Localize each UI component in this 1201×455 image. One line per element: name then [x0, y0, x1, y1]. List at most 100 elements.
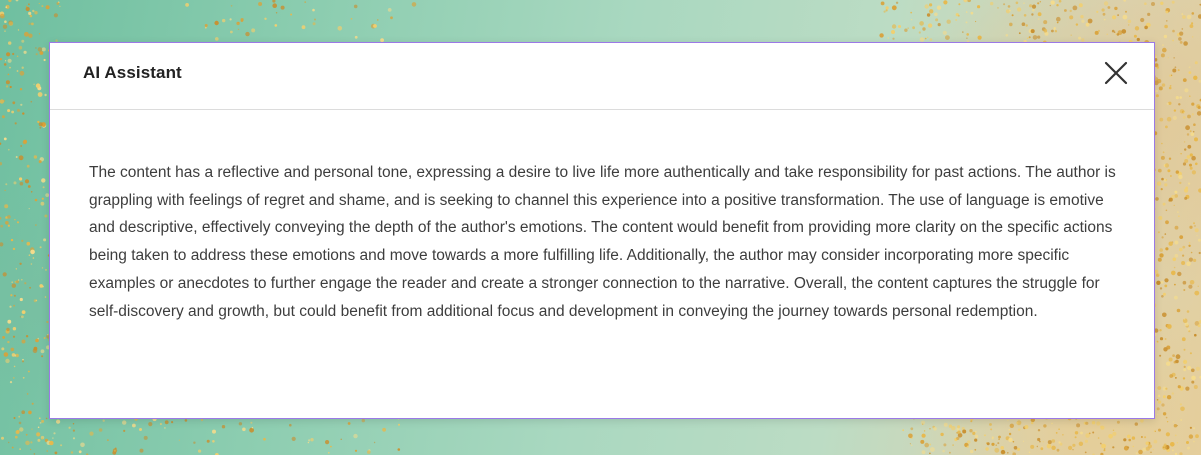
glitter-speck	[1178, 37, 1182, 41]
glitter-speck	[1032, 35, 1038, 40]
glitter-speck	[1183, 141, 1186, 143]
glitter-speck	[8, 441, 10, 444]
glitter-speck	[1183, 365, 1186, 368]
glitter-speck	[1163, 178, 1167, 182]
glitter-speck	[1116, 33, 1120, 36]
glitter-speck	[1145, 446, 1150, 451]
glitter-speck	[2, 24, 8, 29]
glitter-speck	[39, 422, 42, 424]
glitter-speck	[1005, 436, 1010, 441]
glitter-speck	[985, 447, 989, 451]
glitter-speck	[1070, 34, 1072, 36]
glitter-speck	[974, 448, 977, 451]
glitter-speck	[1030, 444, 1035, 449]
glitter-speck	[1156, 407, 1160, 411]
glitter-speck	[943, 443, 947, 447]
glitter-speck	[38, 122, 43, 127]
glitter-speck	[1086, 22, 1090, 27]
glitter-speck	[1112, 429, 1115, 431]
glitter-speck	[139, 448, 144, 453]
glitter-speck	[373, 441, 376, 444]
glitter-speck	[370, 23, 376, 29]
glitter-speck	[1156, 181, 1162, 186]
glitter-speck	[24, 179, 30, 184]
glitter-speck	[1193, 427, 1195, 430]
glitter-speck	[2, 272, 7, 277]
glitter-speck	[1041, 446, 1043, 448]
glitter-speck	[1191, 368, 1195, 373]
glitter-speck	[912, 26, 915, 30]
glitter-speck	[1102, 12, 1106, 16]
glitter-speck	[924, 4, 929, 9]
glitter-speck	[148, 422, 153, 427]
glitter-speck	[230, 30, 233, 34]
glitter-speck	[972, 431, 976, 435]
glitter-speck	[1072, 443, 1076, 447]
glitter-speck	[10, 347, 15, 352]
glitter-speck	[222, 18, 226, 23]
glitter-speck	[1183, 348, 1186, 351]
glitter-speck	[22, 112, 25, 115]
glitter-speck	[887, 37, 890, 39]
glitter-speck	[39, 126, 42, 129]
glitter-speck	[955, 13, 959, 17]
glitter-speck	[1040, 447, 1044, 451]
glitter-speck	[30, 191, 33, 193]
close-button[interactable]	[1102, 59, 1130, 87]
glitter-speck	[264, 17, 267, 20]
glitter-speck	[102, 419, 105, 422]
glitter-speck	[1164, 163, 1170, 168]
glitter-speck	[5, 183, 8, 186]
glitter-speck	[1167, 169, 1171, 173]
glitter-speck	[1179, 403, 1182, 406]
glitter-speck	[1185, 186, 1188, 190]
glitter-speck	[308, 439, 311, 442]
glitter-speck	[1008, 428, 1011, 431]
glitter-speck	[1039, 440, 1041, 443]
glitter-speck	[910, 444, 913, 447]
glitter-speck	[1158, 428, 1161, 432]
glitter-speck	[28, 11, 32, 15]
glitter-speck	[40, 201, 45, 206]
glitter-speck	[1165, 8, 1171, 13]
glitter-speck	[49, 440, 54, 446]
glitter-speck	[910, 436, 913, 439]
glitter-speck	[1179, 247, 1183, 252]
glitter-speck	[45, 417, 48, 420]
glitter-speck	[15, 0, 19, 2]
glitter-speck	[328, 452, 330, 454]
glitter-speck	[45, 5, 50, 10]
glitter-speck	[35, 53, 38, 56]
glitter-speck	[1028, 28, 1034, 34]
glitter-speck	[1163, 347, 1168, 352]
glitter-speck	[1174, 283, 1176, 286]
glitter-speck	[1127, 24, 1130, 26]
glitter-speck	[1161, 83, 1166, 87]
glitter-speck	[1165, 387, 1168, 390]
glitter-speck	[39, 157, 44, 162]
glitter-speck	[1166, 361, 1171, 366]
glitter-speck	[1165, 10, 1169, 14]
glitter-speck	[304, 1, 307, 3]
glitter-speck	[240, 19, 244, 23]
glitter-speck	[44, 296, 47, 298]
glitter-speck	[1191, 22, 1194, 25]
glitter-speck	[19, 297, 23, 302]
glitter-speck	[68, 426, 71, 429]
glitter-speck	[904, 28, 908, 32]
glitter-speck	[72, 429, 75, 432]
glitter-speck	[1161, 142, 1163, 145]
glitter-speck	[1051, 439, 1056, 443]
glitter-speck	[1151, 2, 1155, 6]
glitter-speck	[918, 31, 921, 34]
glitter-speck	[1127, 19, 1132, 24]
glitter-speck	[1047, 440, 1052, 445]
glitter-speck	[15, 156, 18, 158]
glitter-speck	[1172, 115, 1177, 120]
glitter-speck	[35, 83, 41, 88]
glitter-speck	[1117, 14, 1119, 16]
glitter-speck	[1009, 9, 1011, 12]
glitter-speck	[921, 450, 926, 455]
glitter-speck	[1091, 421, 1096, 425]
glitter-speck	[1172, 29, 1175, 33]
